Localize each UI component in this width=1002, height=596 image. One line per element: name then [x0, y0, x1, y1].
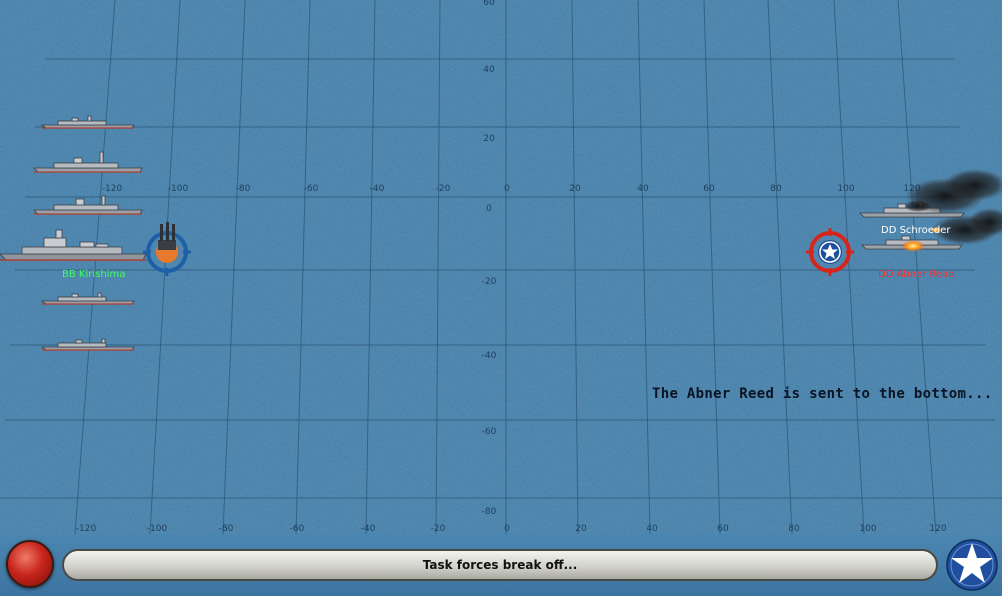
y-tick-7: -80: [482, 507, 497, 517]
y-tick-3: 0: [486, 204, 492, 214]
y-tick-1: 40: [483, 65, 495, 75]
narration-text: The Abner Reed is sent to the bottom...: [652, 386, 993, 402]
x-tick-upper-1: -100: [168, 184, 189, 194]
x-tick-upper-3: -60: [304, 184, 319, 194]
x-tick-lower-1: -100: [147, 524, 168, 534]
x-tick-upper-8: 40: [637, 184, 649, 194]
x-tick-upper-7: 20: [569, 184, 581, 194]
x-tick-upper-10: 80: [770, 184, 782, 194]
x-tick-lower-12: 120: [929, 524, 946, 534]
allied-ship-1-label: DD Schroeder: [881, 225, 951, 236]
ocean-grid: -120 -100 -80 -60 -40 -20 0 20 40 60 80 100 120 -120…: [0, 0, 1002, 596]
y-tick-4: -20: [482, 277, 497, 287]
y-tick-0: 60: [483, 0, 495, 8]
status-bar: Task forces break off...: [62, 549, 938, 581]
status-text: Task forces break off...: [422, 558, 578, 572]
x-tick-lower-2: -80: [219, 524, 234, 534]
x-tick-lower-7: 20: [575, 524, 587, 534]
x-tick-upper-9: 60: [703, 184, 715, 194]
y-tick-5: -40: [482, 351, 497, 361]
x-tick-upper-11: 100: [837, 184, 854, 194]
x-tick-upper-0: -120: [102, 184, 123, 194]
x-tick-upper-2: -80: [236, 184, 251, 194]
x-tick-lower-5: -20: [431, 524, 446, 534]
enemy-flagship-label: BB Kirishima: [62, 269, 126, 280]
x-tick-lower-9: 60: [717, 524, 729, 534]
battle-map[interactable]: -120 -100 -80 -60 -40 -20 0 20 40 60 80 100 120 -120…: [0, 0, 1002, 596]
x-tick-lower-8: 40: [646, 524, 658, 534]
us-star-roundel-icon[interactable]: [946, 539, 998, 591]
x-tick-lower-3: -60: [290, 524, 305, 534]
x-tick-lower-0: -120: [76, 524, 97, 534]
x-tick-lower-4: -40: [361, 524, 376, 534]
x-tick-lower-6: 0: [504, 524, 510, 534]
x-tick-upper-5: -20: [436, 184, 451, 194]
x-tick-lower-11: 100: [859, 524, 876, 534]
x-tick-lower-10: 80: [788, 524, 800, 534]
allied-ship-2-label: DD Abner Read: [878, 269, 955, 280]
y-tick-6: -60: [482, 427, 497, 437]
y-tick-2: 20: [483, 134, 495, 144]
record-button[interactable]: [6, 540, 54, 588]
x-tick-upper-4: -40: [370, 184, 385, 194]
x-tick-upper-6: 0: [504, 184, 510, 194]
